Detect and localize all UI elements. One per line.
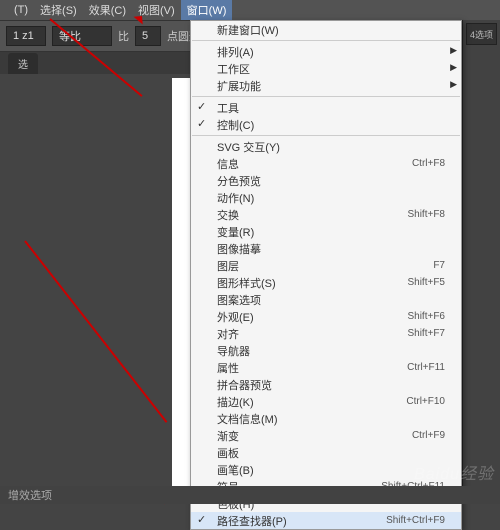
mi-extensions[interactable]: 扩展功能▶ bbox=[191, 77, 461, 94]
menu-t[interactable]: (T) bbox=[8, 2, 34, 18]
mi-align[interactable]: 对齐Shift+F7 bbox=[191, 325, 461, 342]
doc-tab[interactable]: 选 bbox=[8, 53, 38, 74]
mi-artboards[interactable]: 画板 bbox=[191, 444, 461, 461]
mi-flattener-preview[interactable]: 拼合器预览 bbox=[191, 376, 461, 393]
mi-swap[interactable]: 交换Shift+F8 bbox=[191, 206, 461, 223]
mi-gradient[interactable]: 渐变Ctrl+F9 bbox=[191, 427, 461, 444]
panel-toggle[interactable]: 4选项 bbox=[466, 23, 497, 45]
check-icon: ✓ bbox=[197, 117, 206, 130]
submenu-arrow-icon: ▶ bbox=[450, 79, 457, 90]
mi-svg-interactivity[interactable]: SVG 交互(Y) bbox=[191, 138, 461, 155]
mi-layers[interactable]: 图层F7 bbox=[191, 257, 461, 274]
mi-doc-info[interactable]: 文档信息(M) bbox=[191, 410, 461, 427]
window-dropdown: 新建窗口(W) 排列(A)▶ 工作区▶ 扩展功能▶ ✓工具 ✓控制(C) SVG… bbox=[190, 20, 462, 530]
check-icon: ✓ bbox=[197, 100, 206, 113]
mi-info[interactable]: 信息Ctrl+F8 bbox=[191, 155, 461, 172]
submenu-arrow-icon: ▶ bbox=[450, 45, 457, 56]
watermark: Baidu经验 bbox=[414, 460, 494, 484]
mi-graphic-styles[interactable]: 图形样式(S)Shift+F5 bbox=[191, 274, 461, 291]
mi-new-window[interactable]: 新建窗口(W) bbox=[191, 21, 461, 38]
mi-pathfinder[interactable]: ✓路径查找器(P)Shift+Ctrl+F9 bbox=[191, 512, 461, 529]
annotation-arrow bbox=[24, 240, 167, 422]
check-icon: ✓ bbox=[197, 513, 206, 526]
mi-separation-preview[interactable]: 分色预览 bbox=[191, 172, 461, 189]
mi-workspace[interactable]: 工作区▶ bbox=[191, 60, 461, 77]
mi-actions[interactable]: 动作(N) bbox=[191, 189, 461, 206]
status-label: 增效选项 bbox=[8, 487, 52, 503]
mi-navigator[interactable]: 导航器 bbox=[191, 342, 461, 359]
mi-variables[interactable]: 变量(R) bbox=[191, 223, 461, 240]
mi-tools[interactable]: ✓工具 bbox=[191, 99, 461, 116]
mi-attributes[interactable]: 属性Ctrl+F11 bbox=[191, 359, 461, 376]
mi-control[interactable]: ✓控制(C) bbox=[191, 116, 461, 133]
menu-window[interactable]: 窗口(W) bbox=[181, 0, 233, 20]
zoom-field[interactable]: 1 z1 bbox=[6, 26, 46, 46]
ratio-label: 比 bbox=[118, 28, 129, 44]
submenu-arrow-icon: ▶ bbox=[450, 62, 457, 73]
menu-effect[interactable]: 效果(C) bbox=[83, 0, 132, 20]
sides-field[interactable]: 5 bbox=[135, 26, 161, 46]
menu-select[interactable]: 选择(S) bbox=[34, 0, 83, 20]
mi-appearance[interactable]: 外观(E)Shift+F6 bbox=[191, 308, 461, 325]
right-panel: 4选项 bbox=[462, 20, 500, 504]
mi-pattern-options[interactable]: 图案选项 bbox=[191, 291, 461, 308]
uniform-field[interactable]: 等比 bbox=[52, 26, 112, 46]
mi-image-trace[interactable]: 图像描摹 bbox=[191, 240, 461, 257]
mi-arrange[interactable]: 排列(A)▶ bbox=[191, 43, 461, 60]
menu-bar: (T) 选择(S) 效果(C) 视图(V) 窗口(W) bbox=[0, 0, 500, 20]
mi-stroke[interactable]: 描边(K)Ctrl+F10 bbox=[191, 393, 461, 410]
menu-view[interactable]: 视图(V) bbox=[132, 0, 181, 20]
status-bar: 增效选项 bbox=[0, 486, 500, 504]
